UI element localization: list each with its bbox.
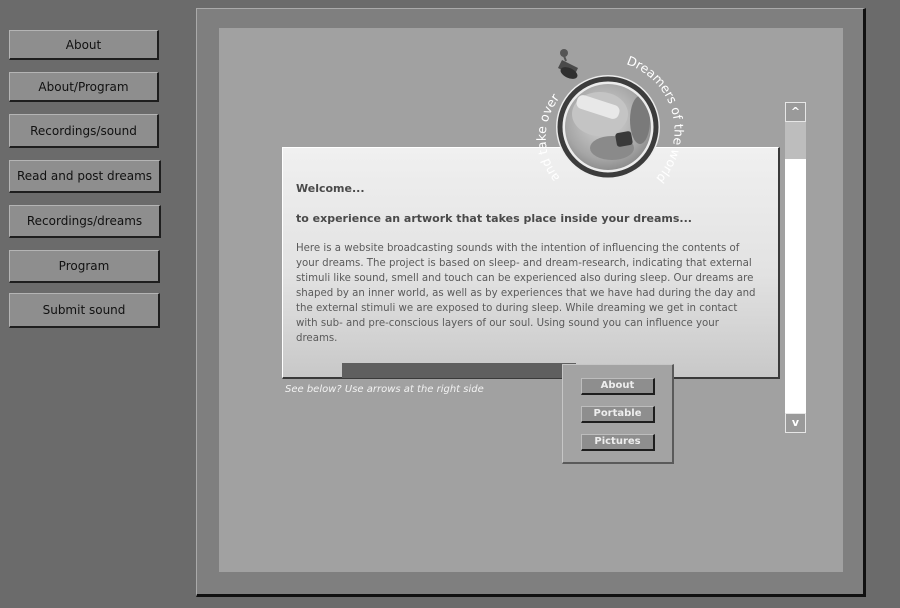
scroll-track[interactable]	[785, 122, 806, 413]
card-bottom-bar	[342, 363, 576, 378]
submenu-portable-button[interactable]: Portable	[581, 406, 655, 423]
scroll-up-arrow-icon[interactable]: ^	[785, 102, 806, 122]
dreamers-logo: Dreamers of the world unite and take ove…	[516, 28, 687, 190]
nav-read-and-post-dreams-button[interactable]: Read and post dreams	[9, 160, 161, 193]
welcome-heading: Welcome...	[296, 182, 365, 195]
nav-recordings-sound-button[interactable]: Recordings/sound	[9, 114, 159, 148]
scroll-thumb[interactable]	[785, 122, 806, 159]
submenu-pictures-button[interactable]: Pictures	[581, 434, 655, 451]
subheading: to experience an artwork that takes plac…	[296, 212, 692, 225]
nav-about-button[interactable]: About	[9, 30, 159, 60]
nav-recordings-dreams-button[interactable]: Recordings/dreams	[9, 205, 161, 238]
vertical-scrollbar[interactable]: ^ v	[785, 102, 806, 433]
speaker-icon	[558, 49, 578, 79]
scroll-down-arrow-icon[interactable]: v	[785, 413, 806, 433]
scroll-hint: See below? Use arrows at the right side	[285, 384, 484, 395]
nav-program-button[interactable]: Program	[9, 250, 160, 283]
nav-submit-sound-button[interactable]: Submit sound	[9, 293, 160, 328]
nav-about-program-button[interactable]: About/Program	[9, 72, 159, 102]
intro-text: Here is a website broadcasting sounds wi…	[296, 243, 756, 344]
submenu-about-button[interactable]: About	[581, 378, 655, 395]
